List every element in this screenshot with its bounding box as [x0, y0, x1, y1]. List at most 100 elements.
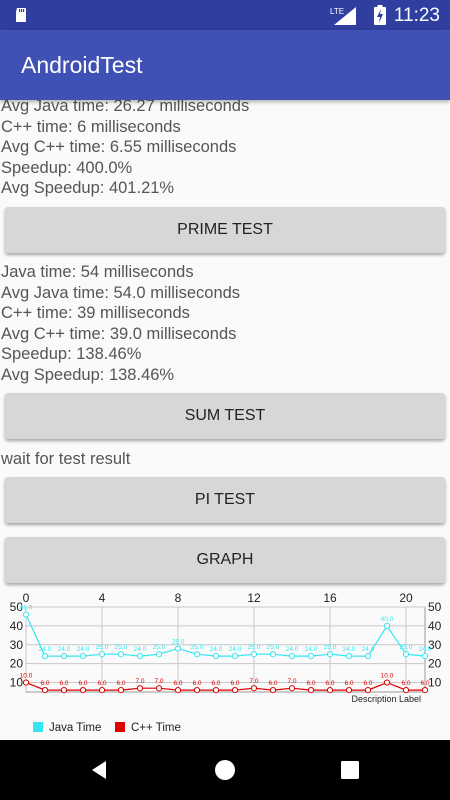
data-label: 28.0 — [172, 639, 185, 646]
data-label: 7.0 — [154, 678, 163, 685]
app-title: AndroidTest — [21, 52, 143, 78]
x-tick-label: 16 — [323, 591, 337, 605]
data-point — [79, 653, 87, 660]
data-point — [136, 653, 144, 660]
data-point — [326, 651, 334, 658]
y-tick-label-left: 40 — [10, 619, 24, 633]
data-label: 6.0 — [192, 680, 201, 687]
data-label: 40.0 — [381, 616, 394, 623]
data-label: 24.0 — [210, 646, 223, 653]
data-point — [212, 653, 220, 660]
data-point — [60, 653, 68, 660]
data-label: 24.0 — [134, 646, 147, 653]
wait-status-text: wait for test result — [1, 450, 131, 468]
data-label: 24.0 — [343, 646, 356, 653]
data-point — [231, 687, 239, 694]
data-point — [231, 653, 239, 660]
data-label: 6.0 — [363, 680, 372, 687]
data-point — [250, 685, 258, 692]
pi-test-button[interactable]: PI TEST — [5, 477, 445, 523]
y-tick-label-right: 50 — [428, 600, 442, 614]
result-line: Speedup: 400.0% — [1, 159, 133, 177]
data-label: 6.0 — [211, 680, 220, 687]
result-line: Java time: 54 milliseconds — [1, 263, 194, 281]
data-point — [345, 653, 353, 660]
result-line: Speedup: 138.46% — [1, 345, 142, 363]
data-point — [288, 653, 296, 660]
result-line: C++ time: 6 milliseconds — [1, 118, 181, 136]
data-label: 7.0 — [287, 678, 296, 685]
data-point — [174, 645, 182, 652]
data-label: 6.0 — [230, 680, 239, 687]
status-bar: LTE 11:23 — [0, 0, 450, 30]
data-point — [193, 687, 201, 694]
result-line: Avg C++ time: 39.0 milliseconds — [1, 325, 237, 343]
data-label: 24.0 — [39, 646, 52, 653]
data-point — [364, 687, 372, 694]
data-point — [345, 687, 353, 694]
data-label: 24.0 — [77, 646, 90, 653]
result-line: Avg C++ time: 6.55 milliseconds — [1, 138, 237, 156]
data-point — [269, 651, 277, 658]
data-point — [193, 651, 201, 658]
data-point — [98, 687, 106, 694]
data-label: 6.0 — [59, 680, 68, 687]
data-label: 25.0 — [400, 644, 413, 651]
home-icon[interactable] — [210, 755, 240, 785]
y-tick-label-left: 20 — [10, 657, 24, 671]
data-label: 6.0 — [401, 680, 410, 687]
data-point — [364, 653, 372, 660]
data-label: 6.0 — [173, 680, 182, 687]
data-label: 6.0 — [40, 680, 49, 687]
x-tick-label: 8 — [175, 591, 182, 605]
y-tick-label-left: 30 — [10, 638, 24, 652]
data-point — [117, 651, 125, 658]
data-point — [288, 685, 296, 692]
network-label: LTE — [330, 7, 344, 16]
data-label: 7.0 — [249, 678, 258, 685]
navigation-bar — [0, 740, 450, 800]
data-label: 6.0 — [97, 680, 106, 687]
result-line: Avg Speedup: 401.21% — [1, 179, 175, 197]
data-label: 25.0 — [248, 644, 261, 651]
data-label: 25.0 — [267, 644, 280, 651]
data-label: 6.0 — [420, 680, 429, 687]
data-label: 24.0 — [286, 646, 299, 653]
back-icon[interactable] — [84, 755, 114, 785]
data-label: 6.0 — [306, 680, 315, 687]
legend-swatch — [33, 722, 43, 732]
data-point — [155, 651, 163, 658]
y-tick-label-right: 20 — [428, 657, 442, 671]
data-label: 6.0 — [325, 680, 334, 687]
description-label: Description Label — [351, 694, 421, 704]
data-point — [326, 687, 334, 694]
result-line: Avg Java time: 54.0 milliseconds — [1, 284, 241, 302]
data-label: 6.0 — [78, 680, 87, 687]
data-point — [174, 687, 182, 694]
sum-test-button[interactable]: SUM TEST — [5, 393, 445, 439]
clock: 11:23 — [393, 5, 440, 26]
data-point — [79, 687, 87, 694]
x-tick-label: 12 — [247, 591, 261, 605]
data-label: 25.0 — [191, 644, 204, 651]
data-label: 25.0 — [324, 644, 337, 651]
app-bar: AndroidTest — [0, 30, 450, 100]
result-line: C++ time: 39 milliseconds — [1, 304, 190, 322]
data-point — [98, 651, 106, 658]
data-point — [269, 687, 277, 694]
data-point — [402, 651, 410, 658]
x-tick-label: 4 — [99, 591, 106, 605]
recents-icon[interactable] — [335, 755, 365, 785]
data-point — [307, 687, 315, 694]
prime-test-button[interactable]: PRIME TEST — [5, 207, 445, 253]
data-label: 6.0 — [116, 680, 125, 687]
data-label: 24.0 — [305, 646, 318, 653]
data-point — [22, 611, 30, 618]
data-point — [402, 687, 410, 694]
y-tick-label-right: 10 — [428, 676, 442, 690]
legend-swatch — [115, 722, 125, 732]
data-point — [307, 653, 315, 660]
data-label: 25.0 — [153, 644, 166, 651]
graph-button[interactable]: GRAPH — [5, 537, 445, 583]
data-point — [60, 687, 68, 694]
